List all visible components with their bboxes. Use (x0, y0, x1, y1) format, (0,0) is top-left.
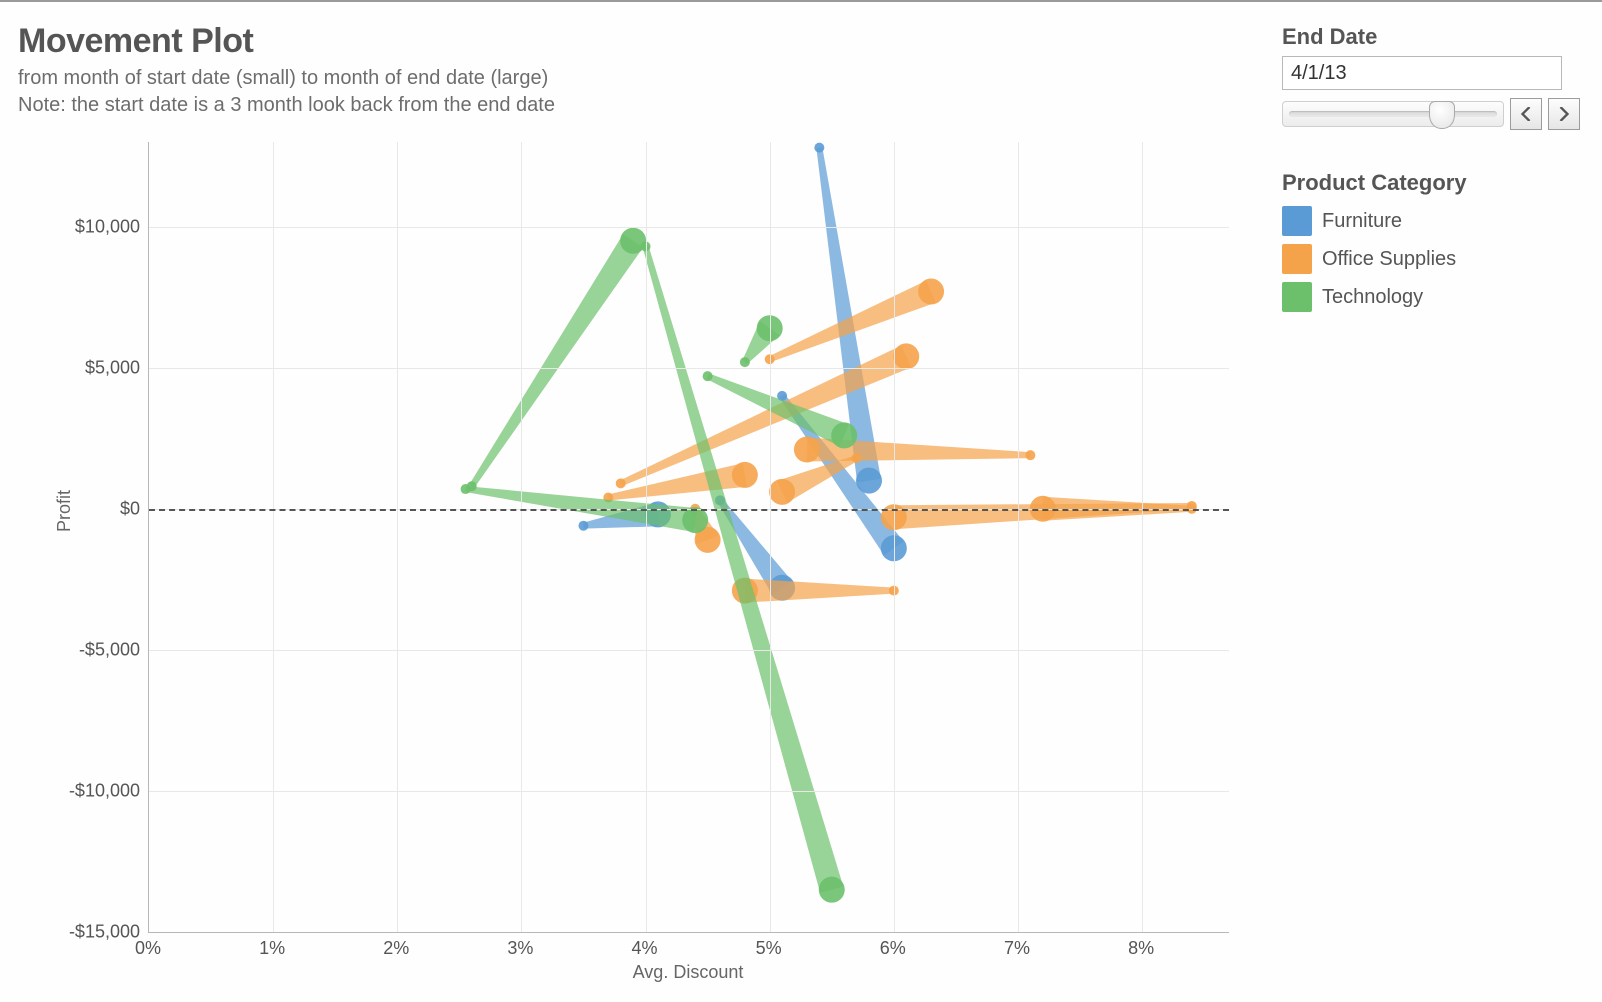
gridline-v (521, 142, 522, 932)
end-point[interactable] (732, 462, 758, 488)
start-point[interactable] (740, 357, 750, 367)
movement-wedge (893, 503, 1191, 529)
start-point[interactable] (814, 143, 824, 153)
gridline-h (149, 227, 1229, 228)
y-tick-label: -$15,000 (30, 922, 140, 943)
plot-svg (149, 142, 1229, 932)
chart-area: Profit Avg. Discount 0%1%2%3%4%5%6%7%8%-… (18, 142, 1238, 982)
chart-subtitle: from month of start date (small) to mont… (18, 65, 555, 119)
x-tick-label: 3% (490, 938, 550, 959)
end-point[interactable] (893, 343, 919, 369)
x-axis-title: Avg. Discount (148, 962, 1228, 1000)
x-tick-label: 2% (366, 938, 426, 959)
movement-wedge (469, 234, 643, 488)
legend: Product Category Furniture Office Suppli… (1282, 170, 1582, 312)
gridline-v (1018, 142, 1019, 932)
end-point[interactable] (918, 279, 944, 305)
gridline-v (397, 142, 398, 932)
y-tick-label: $5,000 (30, 357, 140, 378)
subtitle-line-2: Note: the start date is a 3 month look b… (18, 94, 555, 116)
start-point[interactable] (1025, 450, 1035, 460)
end-point[interactable] (682, 507, 708, 533)
end-point[interactable] (831, 422, 857, 448)
legend-label: Office Supplies (1322, 248, 1456, 271)
gridline-v (770, 142, 771, 932)
end-date-slider[interactable] (1282, 101, 1504, 127)
start-point[interactable] (703, 371, 713, 381)
plot-area[interactable] (148, 142, 1229, 933)
x-tick-label: 7% (987, 938, 1047, 959)
legend-swatch (1282, 244, 1312, 274)
x-tick-label: 4% (615, 938, 675, 959)
end-point[interactable] (794, 437, 820, 463)
gridline-h (149, 650, 1229, 651)
legend-item-office-supplies[interactable]: Office Supplies (1282, 244, 1582, 274)
end-point[interactable] (769, 479, 795, 505)
x-tick-label: 1% (242, 938, 302, 959)
x-tick-label: 6% (863, 938, 923, 959)
y-tick-label: $0 (30, 498, 140, 519)
y-tick-label: $10,000 (30, 216, 140, 237)
chart-header: Movement Plot from month of start date (… (18, 22, 555, 119)
start-point[interactable] (461, 484, 471, 494)
start-point[interactable] (852, 453, 862, 463)
end-date-input[interactable] (1282, 56, 1562, 90)
slider-prev-button[interactable] (1510, 98, 1542, 130)
slider-next-button[interactable] (1548, 98, 1580, 130)
start-point[interactable] (616, 478, 626, 488)
subtitle-line-1: from month of start date (small) to mont… (18, 67, 548, 89)
x-tick-label: 8% (1111, 938, 1171, 959)
controls-panel: End Date Product Category Furniture Offi… (1282, 24, 1582, 320)
y-tick-label: -$5,000 (30, 639, 140, 660)
movement-wedge (745, 579, 894, 603)
gridline-v (1142, 142, 1143, 932)
chevron-left-icon (1520, 107, 1532, 121)
gridline-v (894, 142, 895, 932)
legend-item-furniture[interactable]: Furniture (1282, 206, 1582, 236)
gridline-h (149, 368, 1229, 369)
slider-track (1289, 111, 1497, 117)
legend-label: Furniture (1322, 210, 1402, 233)
end-date-label: End Date (1282, 24, 1582, 50)
gridline-h (149, 791, 1229, 792)
start-point[interactable] (578, 521, 588, 531)
y-tick-label: -$10,000 (30, 780, 140, 801)
gridline-v (646, 142, 647, 932)
legend-swatch (1282, 282, 1312, 312)
slider-thumb[interactable] (1429, 101, 1455, 129)
chevron-right-icon (1558, 107, 1570, 121)
legend-title: Product Category (1282, 170, 1582, 196)
zero-line (149, 509, 1229, 511)
chart-title: Movement Plot (18, 22, 555, 61)
x-tick-label: 5% (739, 938, 799, 959)
legend-label: Technology (1322, 286, 1423, 309)
end-point[interactable] (819, 877, 845, 903)
legend-swatch (1282, 206, 1312, 236)
gridline-v (273, 142, 274, 932)
legend-item-technology[interactable]: Technology (1282, 282, 1582, 312)
